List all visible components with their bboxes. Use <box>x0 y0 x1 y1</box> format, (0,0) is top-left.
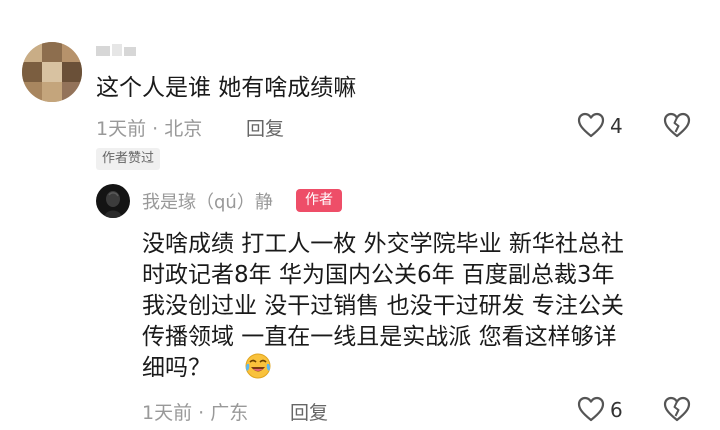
comment-reply-button[interactable]: 回复 <box>246 114 284 141</box>
author-liked-badge: 作者赞过 <box>96 148 161 170</box>
reply-line: 细吗？ <box>142 355 211 381</box>
reply-line: 我没创过业 没干过销售 也没干过研发 专注公关 <box>142 293 624 319</box>
commenter-name-blurred <box>96 44 136 58</box>
comment-like-count: 4 <box>610 114 623 138</box>
comment-text: 这个人是谁 她有啥成绩嘛 <box>96 75 357 101</box>
heart-icon[interactable] <box>577 112 605 138</box>
commenter-avatar[interactable] <box>22 42 82 102</box>
broken-heart-icon[interactable] <box>663 396 691 422</box>
comment-time-location: 1天前 · 北京 <box>96 118 203 140</box>
author-name[interactable]: 我是瑑（qú）静 <box>142 188 273 214</box>
author-avatar[interactable] <box>96 184 130 218</box>
reply-reply-button[interactable]: 回复 <box>290 398 328 425</box>
broken-heart-icon[interactable] <box>663 112 691 138</box>
reply-line: 时政记者8年 华为国内公关6年 百度副总裁3年 <box>142 262 615 288</box>
author-badge: 作者 <box>296 189 342 212</box>
reply-line: 传播领域 一直在一线且是实战派 您看这样够详 <box>142 324 617 350</box>
reply-line: 没啥成绩 打工人一枚 外交学院毕业 新华社总社 <box>142 231 624 257</box>
laughing-crying-emoji <box>244 352 272 380</box>
reply-time-location: 1天前 · 广东 <box>142 402 249 424</box>
heart-icon[interactable] <box>577 396 605 422</box>
reply-like-count: 6 <box>610 398 623 422</box>
